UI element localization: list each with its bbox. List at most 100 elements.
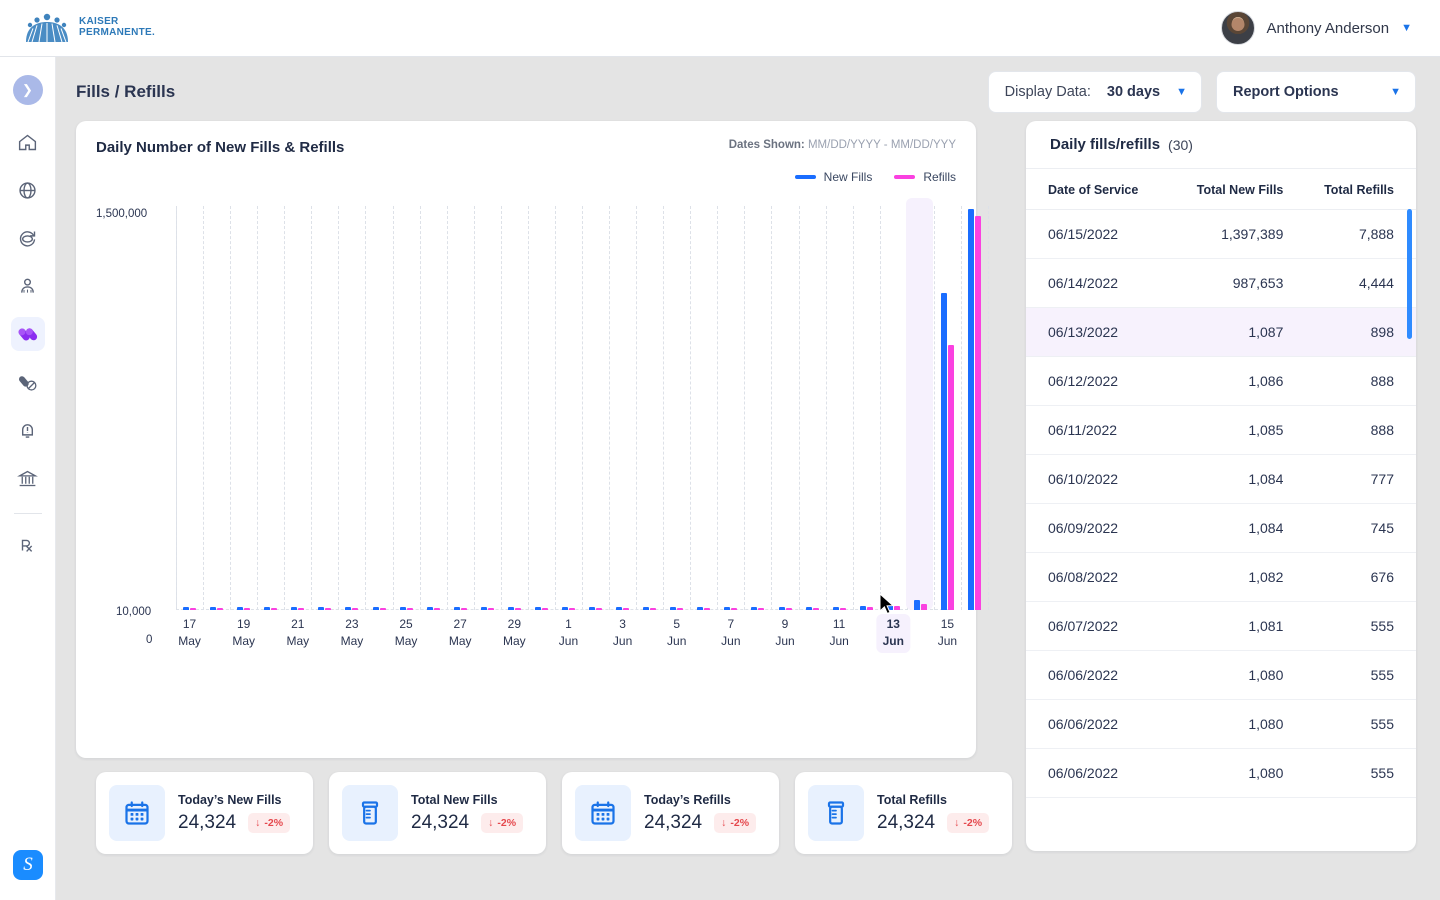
sidebar-item-restrictions[interactable] — [11, 365, 45, 399]
chart-bar-refills[interactable] — [947, 344, 954, 610]
x-tick-day: 11 — [832, 617, 846, 631]
chart-bar-group[interactable] — [913, 600, 927, 610]
table-row[interactable]: 06/09/2022 1,084 745 — [1026, 504, 1416, 553]
x-tick-day: 25 — [399, 617, 413, 631]
kpi-value: 24,324 — [411, 811, 470, 833]
cell-refills: 777 — [1370, 471, 1394, 487]
table-row[interactable]: 06/12/2022 1,086 888 — [1026, 357, 1416, 406]
y-tick-mid: 10,000 — [116, 606, 152, 618]
kpi-card[interactable]: Total New Fills 24,324 ↓ -2% — [329, 772, 546, 854]
column-header-date[interactable]: Date of Service — [1048, 183, 1179, 197]
report-options-dropdown[interactable]: Report Options ▼ — [1216, 71, 1416, 113]
x-tick-day: 7 — [727, 617, 735, 631]
brand-logo[interactable]: KAISER PERMANENTE. — [24, 13, 155, 43]
x-axis-tick: 3 Jun — [607, 614, 638, 653]
sidebar-divider — [13, 513, 42, 514]
sidebar-item-institutions[interactable] — [11, 461, 45, 495]
kpi-card[interactable]: Today’s New Fills 24,324 ↓ -2% — [96, 772, 313, 854]
pill-block-icon — [19, 375, 37, 391]
column-header-refills[interactable]: Total Refills — [1289, 183, 1394, 197]
x-tick-month: Jun — [882, 634, 904, 649]
cell-date: 06/12/2022 — [1048, 373, 1119, 389]
chart-bar-new-fills[interactable] — [967, 209, 974, 610]
table-row[interactable]: 06/06/2022 1,080 555 — [1026, 651, 1416, 700]
chevron-down-icon[interactable]: ▼ — [1401, 22, 1412, 34]
chart-gridline — [717, 206, 719, 610]
sidebar-item-prescriptions[interactable] — [11, 528, 45, 562]
chart-header: Daily Number of New Fills & Refills Date… — [96, 139, 956, 156]
cell-refills: 676 — [1370, 569, 1394, 585]
cell-new-fills: 1,082 — [1248, 569, 1284, 585]
chart-bar-group[interactable] — [940, 292, 954, 610]
kpi-delta-value: -2% — [497, 816, 517, 829]
kpi-label: Today’s Refills — [644, 792, 731, 807]
kpi-delta-badge: ↓ -2% — [481, 812, 524, 833]
chart-bar-group[interactable] — [967, 209, 981, 610]
x-tick-day: 29 — [507, 617, 522, 631]
chart-bar-refills[interactable] — [974, 215, 981, 610]
storybook-logo[interactable]: S — [13, 850, 43, 880]
page-body: Daily Number of New Fills & Refills Date… — [56, 113, 1440, 854]
sidebar-item-home[interactable] — [11, 125, 45, 159]
column-header-new-fills[interactable]: Total New Fills — [1179, 183, 1290, 197]
legend-swatch-refills — [894, 175, 916, 179]
x-axis-tick: 17 May — [172, 614, 207, 653]
table-row[interactable]: 06/06/2022 1,080 555 — [1026, 749, 1416, 798]
kpi-card[interactable]: Total Refills 24,324 ↓ -2% — [795, 772, 1012, 854]
display-data-dropdown[interactable]: Display Data: 30 days ▼ — [987, 71, 1202, 113]
cell-date: 06/06/2022 — [1048, 667, 1119, 683]
pill-bottle-icon — [361, 801, 379, 825]
chart-gridline — [392, 206, 394, 610]
cell-refills: 4,444 — [1358, 275, 1394, 291]
table-row[interactable]: 06/14/2022 987,653 4,444 — [1026, 259, 1416, 308]
cell-new-fills: 1,081 — [1248, 618, 1284, 634]
chart-bar-new-fills[interactable] — [913, 600, 920, 610]
table-row[interactable]: 06/10/2022 1,084 777 — [1026, 455, 1416, 504]
table-row[interactable]: 06/06/2022 1,080 555 — [1026, 700, 1416, 749]
kpi-value: 24,324 — [644, 811, 703, 833]
x-tick-day: 9 — [781, 617, 789, 631]
table-row[interactable]: 06/13/2022 1,087 898 — [1026, 308, 1416, 357]
x-axis-tick: 5 Jun — [661, 614, 692, 653]
table-row[interactable]: 06/11/2022 1,085 888 — [1026, 406, 1416, 455]
user-menu[interactable]: Anthony Anderson ▼ — [1220, 11, 1422, 45]
cell-refills: 555 — [1370, 765, 1394, 781]
x-tick-month: Jun — [612, 634, 633, 649]
sidebar-item-fills-refills[interactable] — [10, 317, 45, 351]
kpi-value: 24,324 — [877, 811, 936, 833]
sidebar-expand-toggle[interactable]: ❯ — [12, 75, 43, 105]
sidebar-item-globe[interactable] — [11, 173, 45, 207]
table-scrollbar-thumb[interactable] — [1407, 209, 1412, 339]
table-row[interactable]: 06/07/2022 1,081 555 — [1026, 602, 1416, 651]
chart-gridline — [176, 206, 177, 610]
sidebar-item-refresh[interactable] — [11, 221, 45, 255]
chart-legend: New Fills Refills — [96, 170, 956, 184]
chart-gridline — [527, 206, 529, 610]
table-scrollbar[interactable] — [1407, 209, 1412, 849]
chart-gridline — [690, 206, 692, 610]
cell-new-fills: 1,084 — [1248, 520, 1284, 536]
sidebar-item-alerts[interactable] — [11, 413, 45, 447]
brand-line-2: PERMANENTE. — [79, 27, 156, 38]
chart-bar-new-fills[interactable] — [940, 292, 947, 610]
table-row[interactable]: 06/15/2022 1,397,389 7,888 — [1026, 210, 1416, 259]
x-tick-day: 21 — [291, 617, 305, 631]
home-icon — [18, 134, 37, 150]
arrow-down-icon: ↓ — [954, 816, 960, 829]
x-axis-tick: 9 Jun — [769, 614, 800, 653]
chart-gridline — [798, 206, 800, 610]
sidebar-item-members[interactable] — [11, 269, 45, 303]
y-tick-zero: 0 — [146, 634, 153, 646]
cell-date: 06/13/2022 — [1048, 324, 1119, 340]
chart-axis-area — [176, 198, 989, 610]
user-name: Anthony Anderson — [1266, 19, 1390, 37]
kpi-delta-value: -2% — [264, 816, 284, 829]
dates-shown-value: MM/DD/YYYY - MM/DD/YYY — [807, 139, 956, 151]
chevron-down-icon: ▼ — [1390, 86, 1401, 98]
left-column: Daily Number of New Fills & Refills Date… — [76, 121, 1012, 854]
table-row[interactable]: 06/08/2022 1,082 676 — [1026, 553, 1416, 602]
chart-gridline — [338, 206, 340, 610]
kpi-card[interactable]: Today’s Refills 24,324 ↓ -2% — [562, 772, 779, 854]
arrow-down-icon: ↓ — [488, 816, 494, 829]
cell-date: 06/06/2022 — [1048, 716, 1119, 732]
